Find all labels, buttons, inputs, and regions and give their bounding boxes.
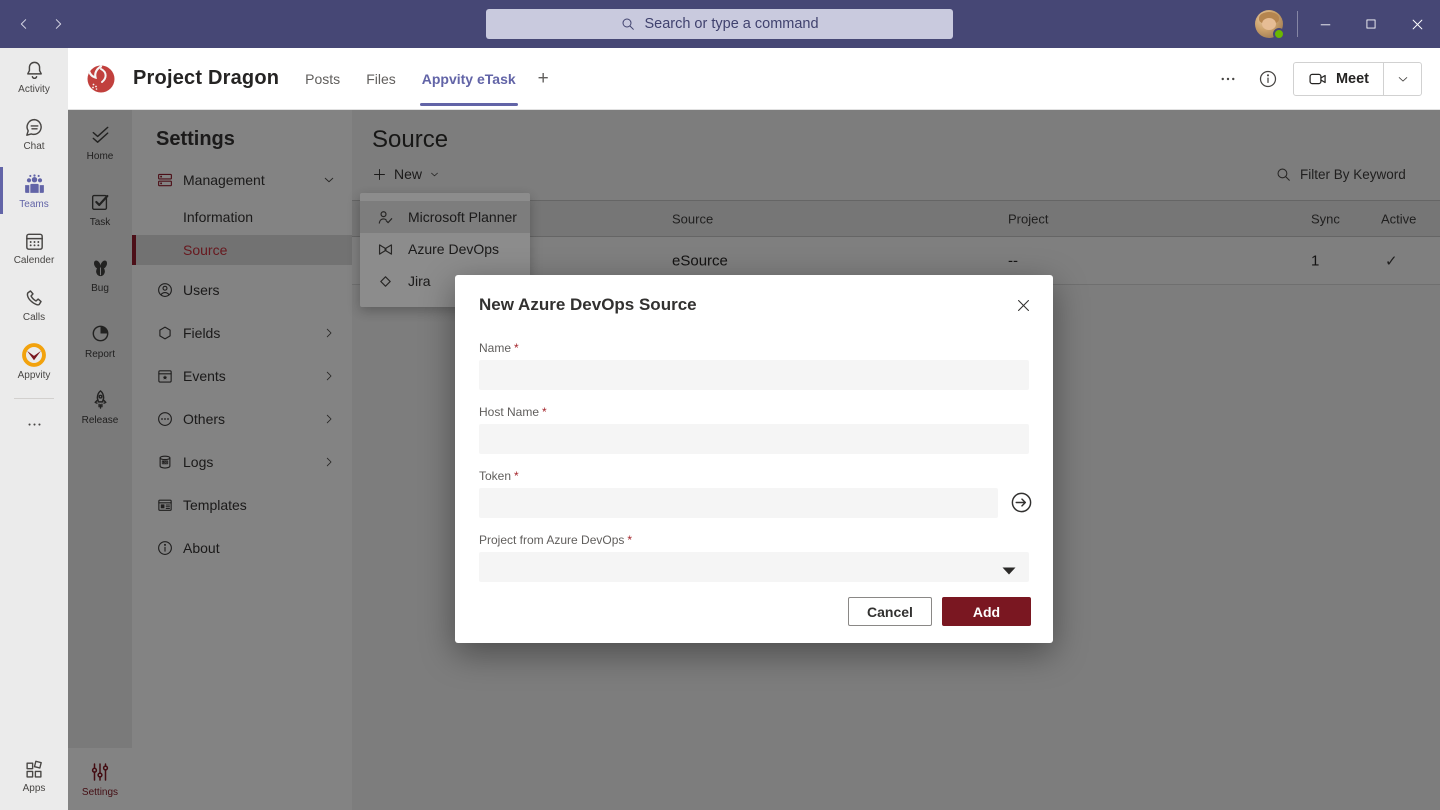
maximize-icon [1364, 17, 1378, 31]
cancel-button[interactable]: Cancel [848, 597, 932, 626]
minimize-button[interactable] [1302, 0, 1348, 48]
rail-item-appvity[interactable]: Appvity [0, 333, 68, 390]
forward-button[interactable] [46, 12, 70, 36]
chevron-right-icon [50, 16, 66, 32]
titlebar-divider [1297, 11, 1298, 37]
required-asterisk: * [514, 341, 519, 355]
search-placeholder-text: Search or type a command [644, 16, 818, 32]
minimize-icon [1318, 17, 1333, 32]
command-search-input[interactable]: Search or type a command [486, 9, 953, 39]
close-icon [1015, 297, 1032, 314]
maximize-button[interactable] [1348, 0, 1394, 48]
add-button[interactable]: Add [942, 597, 1031, 626]
close-window-button[interactable] [1394, 0, 1440, 48]
project-select[interactable] [479, 552, 1029, 582]
rail-label: Apps [23, 783, 46, 794]
search-icon [620, 16, 636, 32]
meet-split-button: Meet [1293, 62, 1422, 96]
dialog-title: New Azure DevOps Source [479, 295, 697, 315]
chevron-down-icon [1396, 72, 1410, 86]
host-name-input[interactable] [479, 424, 1029, 454]
tab-posts[interactable]: Posts [305, 67, 340, 91]
meet-button-label: Meet [1336, 71, 1369, 87]
ellipsis-icon [1219, 70, 1237, 88]
name-field-label: Name* [479, 341, 519, 355]
channel-tabs: Posts Files Appvity eTask [305, 67, 515, 91]
rail-label: Calls [23, 312, 45, 323]
close-icon [1410, 17, 1425, 32]
token-field-label: Token* [479, 469, 519, 483]
calendar-icon [23, 230, 46, 253]
rail-item-chat[interactable]: Chat [0, 105, 68, 162]
rail-item-apps[interactable]: Apps [0, 750, 68, 802]
channel-info-button[interactable] [1253, 64, 1283, 94]
video-camera-icon [1308, 69, 1328, 89]
host-name-field-label: Host Name* [479, 405, 547, 419]
token-submit-button[interactable] [1010, 491, 1033, 514]
rail-label: Calender [14, 255, 55, 266]
rail-label: Appvity [18, 370, 51, 381]
meet-dropdown-button[interactable] [1383, 63, 1421, 95]
user-avatar[interactable] [1255, 10, 1283, 38]
teams-icon [22, 172, 47, 197]
meet-button[interactable]: Meet [1294, 63, 1383, 95]
arrow-in-circle-icon [1010, 491, 1033, 514]
back-button[interactable] [12, 12, 36, 36]
teams-app-rail: Activity Chat Teams Calender Calls Appvi… [0, 48, 68, 810]
caret-down-icon [1001, 563, 1017, 581]
add-tab-button[interactable]: + [538, 68, 549, 90]
teams-titlebar: Search or type a command [0, 0, 1440, 48]
token-input[interactable] [479, 488, 998, 518]
tab-appvity-etask[interactable]: Appvity eTask [422, 67, 516, 91]
presence-available-badge [1273, 28, 1285, 40]
phone-icon [23, 287, 46, 310]
bell-icon [23, 59, 46, 82]
appvity-logo-icon [21, 342, 47, 368]
more-options-button[interactable] [1213, 64, 1243, 94]
new-azure-devops-source-dialog: New Azure DevOps Source Name* Host Name*… [455, 275, 1053, 643]
required-asterisk: * [627, 533, 632, 547]
channel-header: Project Dragon Posts Files Appvity eTask… [68, 48, 1440, 110]
required-asterisk: * [514, 469, 519, 483]
info-icon [1258, 69, 1278, 89]
chevron-left-icon [16, 16, 32, 32]
rail-item-teams[interactable]: Teams [0, 162, 68, 219]
rail-label: Teams [19, 199, 48, 210]
rail-more-apps-button[interactable] [0, 407, 68, 441]
rail-label: Chat [23, 141, 44, 152]
rail-label: Activity [18, 84, 50, 95]
team-dragon-logo [85, 63, 117, 95]
rail-divider [14, 398, 54, 399]
apps-icon [23, 759, 45, 781]
ellipsis-icon [26, 416, 43, 433]
rail-item-calender[interactable]: Calender [0, 219, 68, 276]
dialog-close-button[interactable] [1011, 293, 1035, 317]
tab-files[interactable]: Files [366, 67, 396, 91]
rail-item-activity[interactable]: Activity [0, 48, 68, 105]
team-name: Project Dragon [133, 67, 279, 90]
project-field-label: Project from Azure DevOps* [479, 533, 632, 547]
rail-item-calls[interactable]: Calls [0, 276, 68, 333]
name-input[interactable] [479, 360, 1029, 390]
chat-icon [23, 116, 46, 139]
required-asterisk: * [542, 405, 547, 419]
